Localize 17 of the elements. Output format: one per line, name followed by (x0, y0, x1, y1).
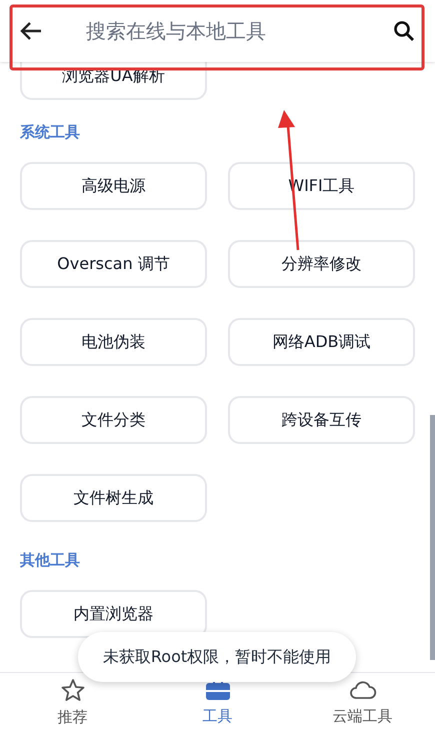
cloud-icon (348, 678, 376, 701)
back-icon[interactable] (20, 21, 42, 41)
star-icon (60, 678, 84, 702)
tool-button[interactable]: 高级电源 (20, 162, 207, 210)
tool-button[interactable]: 文件分类 (20, 396, 207, 444)
tool-button[interactable]: 电池伪装 (20, 318, 207, 366)
toast-message: 未获取Root权限，暂时不能使用 (78, 632, 356, 682)
search-field[interactable]: 搜索在线与本地工具 (86, 16, 349, 46)
section-title: 其他工具 (20, 550, 81, 570)
tool-button[interactable]: 分辨率修改 (228, 240, 415, 288)
tool-button[interactable]: 网络ADB调试 (228, 318, 415, 366)
tool-button[interactable]: 文件树生成 (20, 474, 207, 522)
search-icon[interactable] (393, 20, 415, 42)
tool-button[interactable]: 跨设备互传 (228, 396, 415, 444)
section-title: 系统工具 (20, 122, 81, 142)
tool-button[interactable]: Overscan 调节 (20, 240, 207, 288)
tool-button[interactable]: 内置浏览器 (20, 590, 207, 638)
